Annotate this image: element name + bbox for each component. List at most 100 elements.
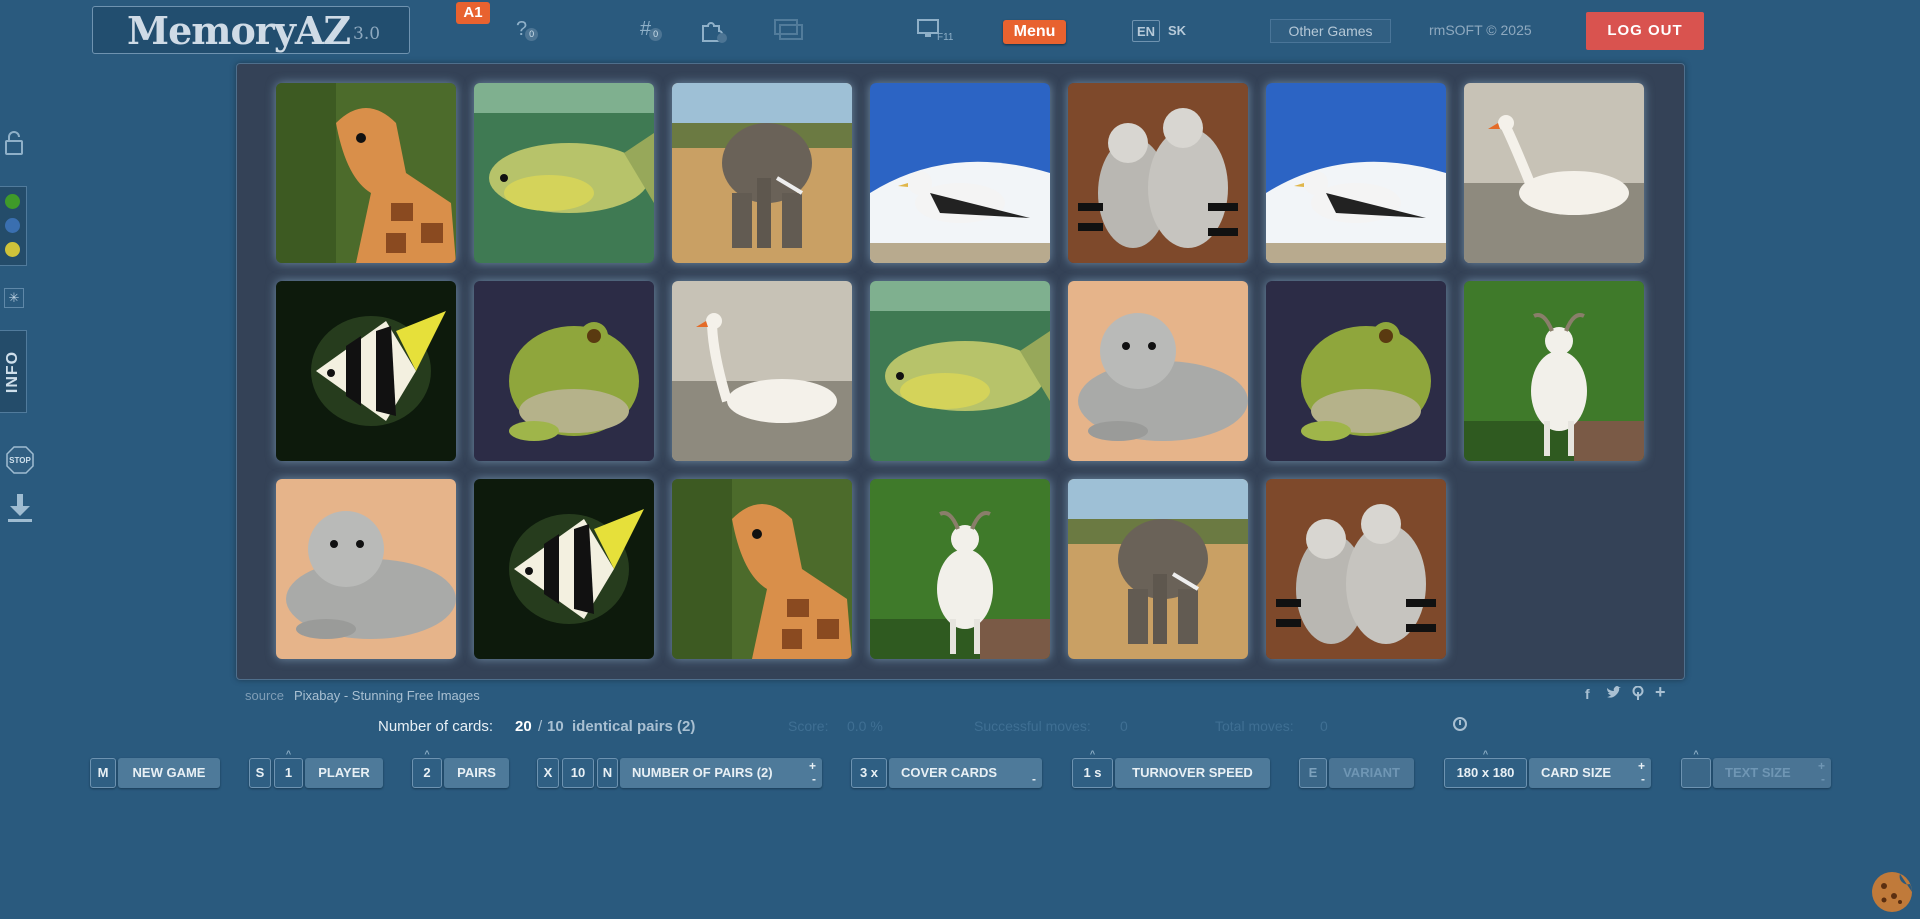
twitter-icon[interactable] <box>1606 686 1622 703</box>
number-of-pairs-button[interactable]: NUMBER OF PAIRS (2) + - <box>620 758 822 788</box>
chevron-up-icon: ^ <box>1482 749 1489 759</box>
color-blue-dot[interactable] <box>5 218 20 233</box>
puzzle-icon[interactable] <box>700 18 730 50</box>
card-swan[interactable] <box>672 281 852 461</box>
cover-cards-value[interactable]: 3 x <box>851 758 887 788</box>
number-of-pairs-label: NUMBER OF PAIRS (2) <box>632 765 773 780</box>
total-moves-value: 0 <box>1320 718 1328 734</box>
player-key[interactable]: S <box>249 758 271 788</box>
turnover-speed-button[interactable]: TURNOVER SPEED <box>1115 758 1270 788</box>
minus-icon[interactable]: - <box>812 773 816 785</box>
logo-version: 3.0 <box>353 24 381 44</box>
text-size-value[interactable]: ^ <box>1681 750 1711 788</box>
help-icon[interactable]: ? 0 <box>516 18 539 41</box>
info-tab[interactable]: INFO <box>0 330 27 413</box>
card-size-value[interactable]: ^ 180 x 180 <box>1444 750 1527 788</box>
cover-cards-button[interactable]: COVER CARDS - <box>889 758 1042 788</box>
turnover-speed-number: 1 s <box>1083 765 1102 780</box>
card-goat[interactable] <box>870 479 1050 659</box>
lang-en-button[interactable]: EN <box>1132 20 1160 42</box>
pairs-count[interactable]: ^ 2 <box>412 750 442 788</box>
turnover-speed-value[interactable]: ^ 1 s <box>1072 750 1113 788</box>
menu-button[interactable]: Menu <box>1003 20 1066 44</box>
plus-icon[interactable]: + <box>1638 760 1645 772</box>
plus-icon[interactable]: + <box>1655 682 1666 703</box>
card-elephant[interactable] <box>672 83 852 263</box>
text-size-label: TEXT SIZE <box>1725 765 1791 780</box>
color-green-dot[interactable] <box>5 194 20 209</box>
fullscreen-key: F11 <box>937 32 954 43</box>
card-angelfish[interactable] <box>276 281 456 461</box>
pinterest-icon[interactable] <box>1632 685 1644 703</box>
minus-icon[interactable]: - <box>1821 773 1825 785</box>
source-label: source <box>245 688 285 703</box>
card-swan[interactable] <box>1464 83 1644 263</box>
fullscreen-icon[interactable]: F11 <box>917 19 954 45</box>
number-of-pairs-key-n[interactable]: N <box>597 758 618 788</box>
clock-icon[interactable] <box>1453 717 1467 731</box>
total-moves-label: Total moves: <box>1215 718 1294 734</box>
logout-button[interactable]: LOG OUT <box>1586 12 1704 50</box>
new-game-key[interactable]: M <box>90 758 116 788</box>
variant-button[interactable]: VARIANT <box>1329 758 1414 788</box>
card-seagull[interactable] <box>870 83 1050 263</box>
successful-moves-value: 0 <box>1120 718 1128 734</box>
variant-key[interactable]: E <box>1299 758 1327 788</box>
plus-icon[interactable]: + <box>1818 760 1825 772</box>
player-count[interactable]: ^ 1 <box>274 750 303 788</box>
chevron-up-icon: ^ <box>285 749 292 759</box>
game-board <box>236 63 1685 680</box>
card-goat[interactable] <box>1464 281 1644 461</box>
info-tab-label: INFO <box>4 350 21 393</box>
stop-icon[interactable]: STOP <box>5 445 35 475</box>
other-games-button[interactable]: Other Games <box>1270 19 1391 43</box>
card-elephant[interactable] <box>1068 479 1248 659</box>
facebook-icon[interactable]: f <box>1585 686 1590 702</box>
help-icon-count: 0 <box>525 28 539 41</box>
card-size-button[interactable]: CARD SIZE + - <box>1529 758 1651 788</box>
card-carp[interactable] <box>474 83 654 263</box>
number-of-pairs-value[interactable]: 10 <box>562 758 594 788</box>
hash-icon-count: 0 <box>649 28 663 41</box>
card-carp[interactable] <box>870 281 1050 461</box>
logo[interactable]: MemoryAZ 3.0 <box>92 6 410 54</box>
pairs-button[interactable]: PAIRS <box>444 758 509 788</box>
download-icon[interactable] <box>6 492 34 524</box>
card-seagull[interactable] <box>1266 83 1446 263</box>
minus-icon[interactable]: - <box>1641 773 1645 785</box>
image-set-icon[interactable] <box>772 16 806 50</box>
lang-sk-button[interactable]: SK <box>1166 20 1188 42</box>
cover-cards-label: COVER CARDS <box>901 765 998 780</box>
score-value: 0.0 % <box>847 718 883 734</box>
card-lemurs[interactable] <box>1068 83 1248 263</box>
chevron-up-icon: ^ <box>1693 749 1699 759</box>
level-badge[interactable]: A1 <box>456 2 490 24</box>
new-game-button[interactable]: NEW GAME <box>118 758 220 788</box>
card-frog[interactable] <box>474 281 654 461</box>
color-picker <box>0 186 27 266</box>
identical-pairs-readout: identical pairs (2) <box>572 718 696 735</box>
cookie-icon[interactable] <box>1870 870 1914 914</box>
number-of-pairs-key-x[interactable]: X <box>537 758 559 788</box>
hash-icon[interactable]: #0 <box>640 18 663 41</box>
chevron-up-icon: ^ <box>1089 749 1096 759</box>
card-seal[interactable] <box>276 479 456 659</box>
player-button[interactable]: PLAYER <box>305 758 383 788</box>
card-giraffe[interactable] <box>276 83 456 263</box>
card-giraffe[interactable] <box>672 479 852 659</box>
successful-moves-label: Successful moves: <box>974 718 1091 734</box>
card-lemurs[interactable] <box>1266 479 1446 659</box>
card-frog[interactable] <box>1266 281 1446 461</box>
lock-icon[interactable] <box>4 130 24 156</box>
card-seal[interactable] <box>1068 281 1248 461</box>
card-size-label: CARD SIZE <box>1541 765 1612 780</box>
minus-icon[interactable]: - <box>1032 773 1036 785</box>
plus-icon[interactable]: + <box>809 760 816 772</box>
text-size-button[interactable]: TEXT SIZE + - <box>1713 758 1831 788</box>
color-yellow-dot[interactable] <box>5 242 20 257</box>
source-link[interactable]: Pixabay - Stunning Free Images <box>294 688 480 703</box>
card-angelfish[interactable] <box>474 479 654 659</box>
snowflake-icon[interactable]: ✳ <box>4 288 24 308</box>
card-size-number: 180 x 180 <box>1456 765 1515 780</box>
pairs-count-value: 2 <box>423 765 431 780</box>
